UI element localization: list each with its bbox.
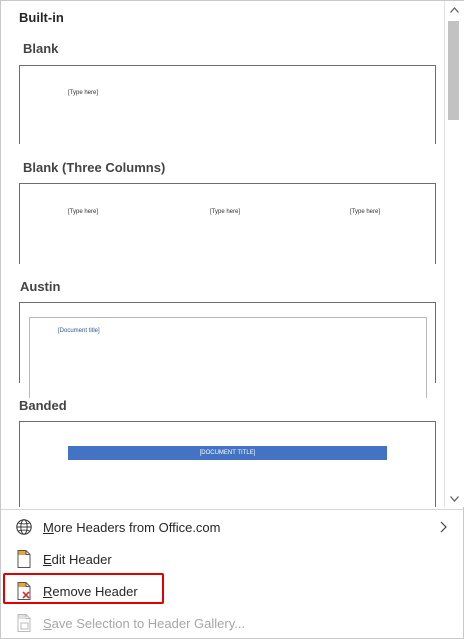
gallery-item-title-blank-three-columns: Blank (Three Columns) (23, 160, 166, 175)
placeholder-text: [Type here] (68, 90, 99, 96)
document-title-band: [DOCUMENT TITLE] (68, 446, 387, 460)
scrollbar-thumb[interactable] (448, 21, 459, 120)
gallery-item-blank[interactable]: [Type here] (19, 65, 436, 144)
gallery-item-title-banded: Banded (19, 398, 67, 413)
document-title-placeholder: [Document title] (58, 328, 100, 334)
save-selection-menu-item: Save Selection to Header Gallery... (1, 609, 463, 637)
globe-icon (13, 516, 35, 538)
gallery-item-austin[interactable]: [Document title] (19, 302, 436, 398)
menu-divider (1, 509, 463, 510)
gallery-scrollbar[interactable] (444, 1, 464, 507)
remove-header-highlight-box (3, 573, 164, 604)
header-gallery: Built-in Blank [Type here] Blank (Three … (1, 1, 443, 507)
gallery-item-title-blank: Blank (23, 41, 59, 56)
placeholder-text-right: [Type here] (350, 209, 381, 215)
gallery-item-blank-three-columns[interactable]: [Type here] [Type here] [Type here] (19, 183, 436, 264)
edit-header-icon (13, 548, 35, 570)
more-headers-label: More Headers from Office.com (43, 519, 221, 535)
gallery-item-title-austin: Austin (20, 279, 61, 294)
save-selection-label: Save Selection to Header Gallery... (43, 615, 246, 631)
chevron-right-icon (440, 521, 447, 533)
placeholder-text-center: [Type here] (210, 209, 241, 215)
scroll-up-arrow-icon[interactable] (445, 1, 463, 18)
edit-header-label: Edit Header (43, 551, 112, 567)
scroll-down-arrow-icon[interactable] (445, 490, 463, 507)
section-title-built-in: Built-in (19, 10, 64, 25)
gallery-item-banded[interactable]: [DOCUMENT TITLE] (19, 421, 436, 507)
header-dropdown-panel: Built-in Blank [Type here] Blank (Three … (0, 0, 464, 639)
placeholder-text-left: [Type here] (68, 209, 99, 215)
more-headers-menu-item[interactable]: More Headers from Office.com (1, 513, 463, 541)
save-to-gallery-icon (13, 612, 35, 634)
edit-header-menu-item[interactable]: Edit Header (1, 545, 463, 573)
